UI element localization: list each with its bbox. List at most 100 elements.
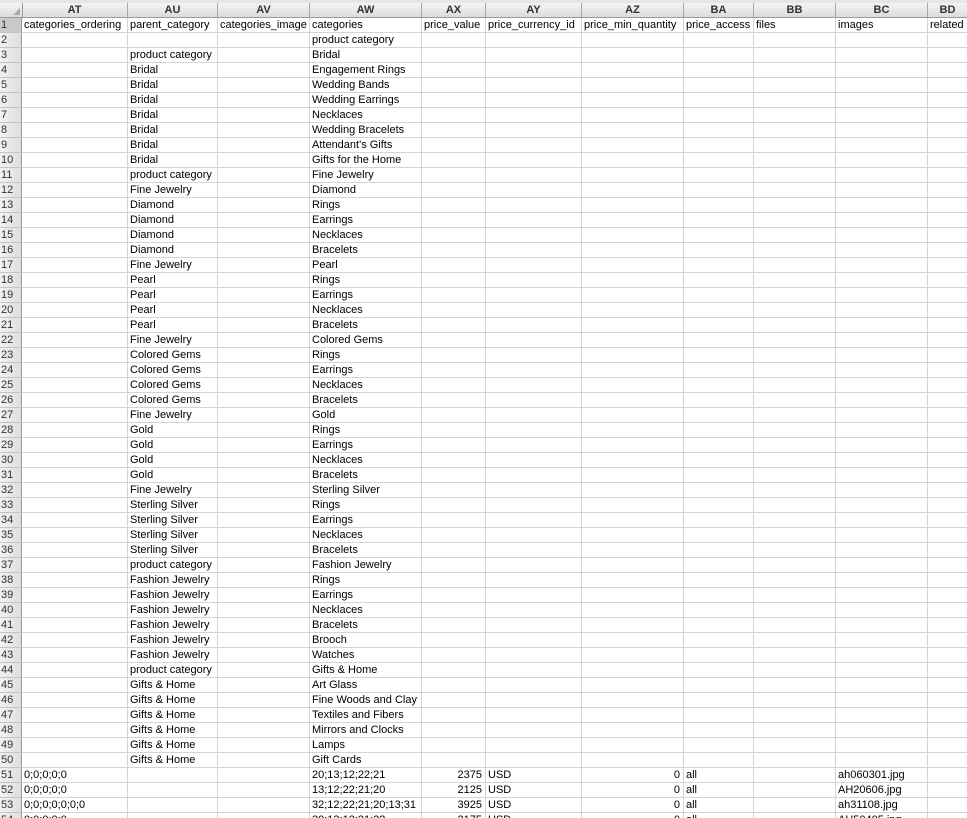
cell-aw54[interactable]: 20;13;12;21;22 — [310, 813, 422, 818]
cell-av32[interactable] — [218, 483, 310, 498]
row-header-37[interactable]: 37 — [0, 558, 22, 573]
cell-av22[interactable] — [218, 333, 310, 348]
cell-bc39[interactable] — [836, 588, 928, 603]
cell-ax15[interactable] — [422, 228, 486, 243]
cell-au53[interactable] — [128, 798, 218, 813]
cell-bc5[interactable] — [836, 78, 928, 93]
cell-ba47[interactable] — [684, 708, 754, 723]
cell-bb32[interactable] — [754, 483, 836, 498]
cell-bc17[interactable] — [836, 258, 928, 273]
cell-bb6[interactable] — [754, 93, 836, 108]
cell-ax43[interactable] — [422, 648, 486, 663]
cell-bc40[interactable] — [836, 603, 928, 618]
cell-ay33[interactable] — [486, 498, 582, 513]
cell-ay32[interactable] — [486, 483, 582, 498]
cell-ay6[interactable] — [486, 93, 582, 108]
cell-ay24[interactable] — [486, 363, 582, 378]
cell-ax47[interactable] — [422, 708, 486, 723]
cell-bd31[interactable] — [928, 468, 967, 483]
cell-az54[interactable]: 0 — [582, 813, 684, 818]
cell-bd44[interactable] — [928, 663, 967, 678]
cell-ay17[interactable] — [486, 258, 582, 273]
cell-ax13[interactable] — [422, 198, 486, 213]
cell-aw24[interactable]: Earrings — [310, 363, 422, 378]
cell-at45[interactable] — [22, 678, 128, 693]
cell-ax17[interactable] — [422, 258, 486, 273]
cell-au13[interactable]: Diamond — [128, 198, 218, 213]
cell-bb16[interactable] — [754, 243, 836, 258]
cell-bd4[interactable] — [928, 63, 967, 78]
cell-ba1[interactable]: price_access — [684, 18, 754, 33]
cell-az1[interactable]: price_min_quantity — [582, 18, 684, 33]
row-header-14[interactable]: 14 — [0, 213, 22, 228]
cell-ax4[interactable] — [422, 63, 486, 78]
cell-bc30[interactable] — [836, 453, 928, 468]
cell-bc6[interactable] — [836, 93, 928, 108]
cell-az46[interactable] — [582, 693, 684, 708]
cell-bb14[interactable] — [754, 213, 836, 228]
cell-aw25[interactable]: Necklaces — [310, 378, 422, 393]
cell-ba54[interactable]: all — [684, 813, 754, 818]
cell-av41[interactable] — [218, 618, 310, 633]
cell-ba35[interactable] — [684, 528, 754, 543]
cell-au39[interactable]: Fashion Jewelry — [128, 588, 218, 603]
cell-az29[interactable] — [582, 438, 684, 453]
cell-ay25[interactable] — [486, 378, 582, 393]
cell-ba13[interactable] — [684, 198, 754, 213]
cell-au6[interactable]: Bridal — [128, 93, 218, 108]
cell-au51[interactable] — [128, 768, 218, 783]
cell-at4[interactable] — [22, 63, 128, 78]
row-header-54[interactable]: 54 — [0, 813, 22, 818]
cell-aw2[interactable]: product category — [310, 33, 422, 48]
cell-at34[interactable] — [22, 513, 128, 528]
cell-at42[interactable] — [22, 633, 128, 648]
cell-az19[interactable] — [582, 288, 684, 303]
cell-ax25[interactable] — [422, 378, 486, 393]
cell-bb44[interactable] — [754, 663, 836, 678]
cell-aw40[interactable]: Necklaces — [310, 603, 422, 618]
cell-aw16[interactable]: Bracelets — [310, 243, 422, 258]
cell-bb9[interactable] — [754, 138, 836, 153]
cell-az8[interactable] — [582, 123, 684, 138]
cell-au7[interactable]: Bridal — [128, 108, 218, 123]
cell-bc43[interactable] — [836, 648, 928, 663]
cell-ba37[interactable] — [684, 558, 754, 573]
cell-au47[interactable]: Gifts & Home — [128, 708, 218, 723]
cell-bc47[interactable] — [836, 708, 928, 723]
cell-ba43[interactable] — [684, 648, 754, 663]
cell-ax11[interactable] — [422, 168, 486, 183]
cell-ax51[interactable]: 2375 — [422, 768, 486, 783]
cell-ax6[interactable] — [422, 93, 486, 108]
cell-bc10[interactable] — [836, 153, 928, 168]
cell-bd7[interactable] — [928, 108, 967, 123]
cell-bc50[interactable] — [836, 753, 928, 768]
row-header-39[interactable]: 39 — [0, 588, 22, 603]
cell-az17[interactable] — [582, 258, 684, 273]
cell-aw32[interactable]: Sterling Silver — [310, 483, 422, 498]
cell-ax2[interactable] — [422, 33, 486, 48]
cell-av7[interactable] — [218, 108, 310, 123]
cell-bd38[interactable] — [928, 573, 967, 588]
row-header-38[interactable]: 38 — [0, 573, 22, 588]
cell-bd28[interactable] — [928, 423, 967, 438]
cell-av18[interactable] — [218, 273, 310, 288]
cell-bb41[interactable] — [754, 618, 836, 633]
cell-au38[interactable]: Fashion Jewelry — [128, 573, 218, 588]
row-header-18[interactable]: 18 — [0, 273, 22, 288]
cell-ax53[interactable]: 3925 — [422, 798, 486, 813]
cell-bb1[interactable]: files — [754, 18, 836, 33]
cell-ax16[interactable] — [422, 243, 486, 258]
cell-ax12[interactable] — [422, 183, 486, 198]
cell-au50[interactable]: Gifts & Home — [128, 753, 218, 768]
cell-at19[interactable] — [22, 288, 128, 303]
cell-bb10[interactable] — [754, 153, 836, 168]
cell-ax42[interactable] — [422, 633, 486, 648]
cell-bc36[interactable] — [836, 543, 928, 558]
column-header-az[interactable]: AZ — [582, 3, 684, 17]
cell-at54[interactable]: 0;0;0;0;0 — [22, 813, 128, 818]
cell-bd20[interactable] — [928, 303, 967, 318]
cell-au1[interactable]: parent_category — [128, 18, 218, 33]
cell-ba51[interactable]: all — [684, 768, 754, 783]
cell-bd23[interactable] — [928, 348, 967, 363]
cell-ay11[interactable] — [486, 168, 582, 183]
